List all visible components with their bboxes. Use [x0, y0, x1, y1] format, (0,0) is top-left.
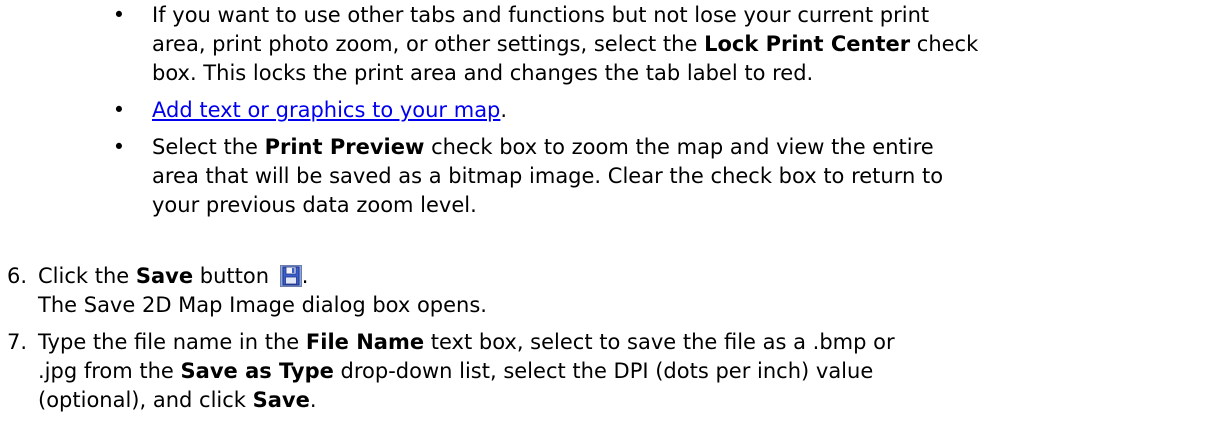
ui-term-print-preview: Print Preview — [264, 135, 425, 159]
text-line: area that will be saved as a bitmap imag… — [152, 164, 944, 188]
text-run: drop-down list, select the DPI (dots per… — [333, 359, 874, 383]
text-line: If you want to use other tabs and functi… — [152, 3, 930, 27]
ui-term-file-name: File Name — [305, 330, 425, 354]
text-run: Type the file name in the — [38, 330, 306, 354]
text-line: (optional), and click Save. — [38, 386, 1219, 415]
bullet-list: • If you want to use other tabs and func… — [0, 1, 1219, 228]
bullet-marker: • — [112, 3, 126, 27]
ui-term-save: Save — [135, 264, 194, 288]
list-item-lock-print-center: • If you want to use other tabs and func… — [0, 1, 1219, 88]
text-line: area, print photo zoom, or other setting… — [152, 30, 1209, 59]
ui-term-save: Save — [252, 388, 310, 412]
text-run: check — [910, 32, 979, 56]
text-line: your previous data zoom level. — [152, 193, 477, 217]
step-6: 6. Click the Save button . The Save 2D M… — [0, 262, 1219, 320]
add-text-graphics-link[interactable]: Add text or graphics to your map — [152, 98, 500, 122]
ui-term-save-as-type: Save as Type — [180, 359, 334, 383]
text-run: . — [301, 264, 309, 288]
text-run: Click the — [38, 264, 136, 288]
text-run: text box, select to save the file as a .… — [424, 330, 895, 354]
list-item-print-preview: • Select the Print Preview check box to … — [0, 133, 1219, 220]
text-line: .jpg from the Save as Type drop-down lis… — [38, 357, 1219, 386]
step-7: 7. Type the file name in the File Name t… — [0, 328, 1219, 415]
text-line: Select the Print Preview check box to zo… — [152, 133, 1209, 162]
text-run: Select the — [152, 135, 265, 159]
help-page: • If you want to use other tabs and func… — [0, 0, 1219, 427]
text-line: box. This locks the print area and chang… — [152, 61, 814, 85]
step-number: 6. — [7, 264, 28, 288]
bullet-marker: • — [112, 98, 126, 122]
text-run: (optional), and click — [38, 388, 253, 412]
bullet-marker: • — [112, 135, 126, 159]
text-line: Click the Save button . — [38, 262, 1219, 291]
text-run: . — [309, 388, 317, 412]
save-icon — [279, 265, 302, 287]
text-run: .jpg from the — [38, 359, 181, 383]
text-run: check box to zoom the map and view the e… — [424, 135, 934, 159]
step-number: 7. — [7, 330, 28, 354]
text-run: area, print photo zoom, or other setting… — [152, 32, 705, 56]
text-run: . — [500, 98, 508, 122]
list-item-add-text-link: • Add text or graphics to your map. — [0, 96, 1219, 125]
text-line: The Save 2D Map Image dialog box opens. — [38, 293, 487, 317]
text-line: Add text or graphics to your map. — [152, 96, 1209, 125]
text-run: button — [193, 264, 276, 288]
numbered-steps: 6. Click the Save button . The Save 2D M… — [0, 262, 1219, 423]
text-line: Type the file name in the File Name text… — [38, 328, 1219, 357]
ui-term-lock-print-center: Lock Print Center — [704, 32, 911, 56]
